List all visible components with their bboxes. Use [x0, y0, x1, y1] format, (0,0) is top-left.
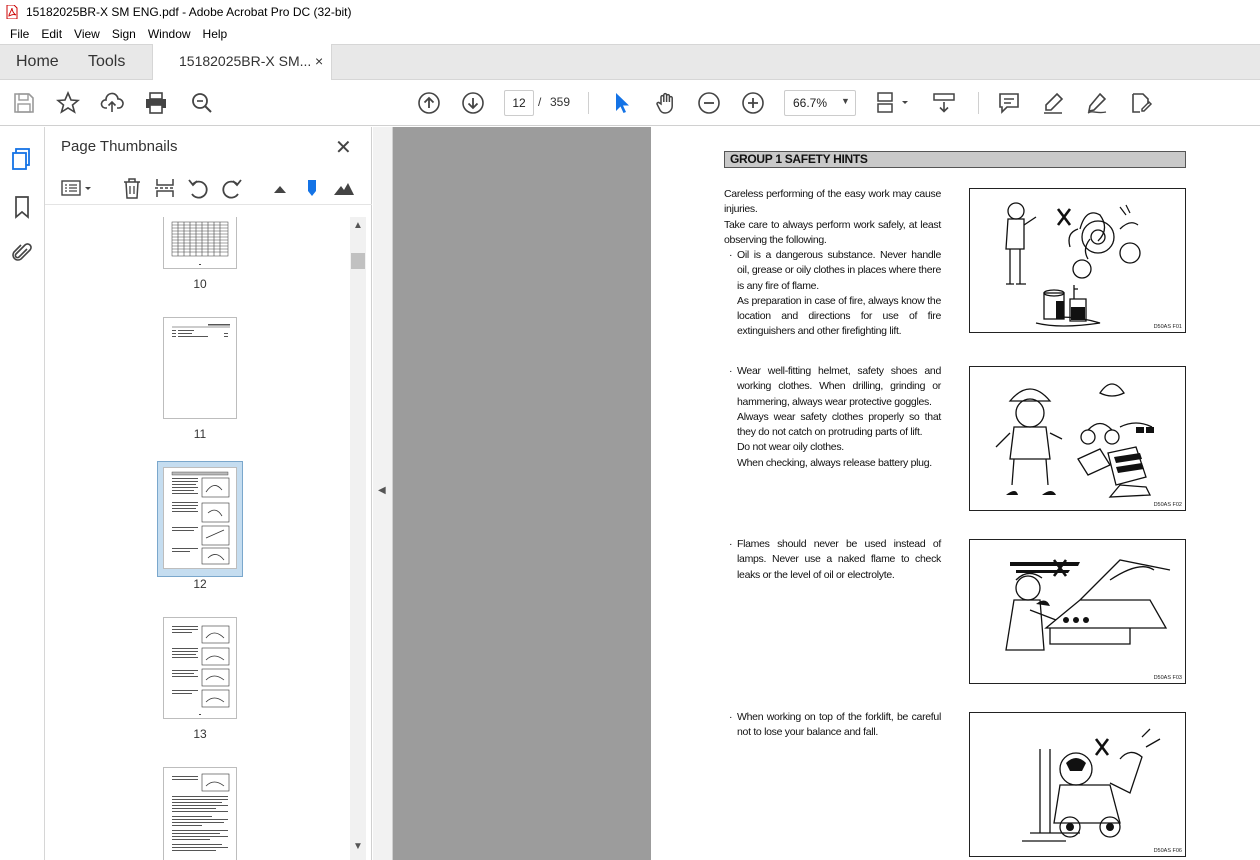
bullet-text: Wear well-fitting helmet, safety shoes a…	[737, 365, 941, 469]
scrollbar-thumb[interactable]	[351, 253, 365, 269]
select-cursor-icon[interactable]	[610, 91, 634, 115]
thumbnail-size-slider-icon[interactable]	[301, 177, 323, 199]
scroll-up-icon[interactable]: ▲	[353, 220, 363, 231]
save-icon[interactable]	[12, 91, 36, 115]
fill-sign-icon[interactable]	[1129, 91, 1153, 115]
page-number-input[interactable]: 12	[504, 90, 534, 116]
rotate-clockwise-icon[interactable]	[221, 177, 243, 199]
upload-icon[interactable]	[100, 91, 124, 115]
star-icon[interactable]	[56, 91, 80, 115]
scroll-down-icon[interactable]: ▼	[353, 841, 363, 852]
intro-text: Careless performing of the easy work may…	[724, 188, 941, 246]
page-total: 359	[550, 95, 571, 109]
window-title: 15182025BR-X SM ENG.pdf - Adobe Acrobat …	[26, 5, 352, 19]
page-separator: /	[538, 95, 542, 109]
bullet-text: When working on top of the forklift, be …	[737, 711, 941, 739]
zoom-in-icon[interactable]	[741, 91, 765, 115]
zoom-level-value: 66.7%	[793, 96, 828, 110]
illustration-naked-flame: D50AS F03	[969, 539, 1186, 684]
previous-page-icon[interactable]	[417, 91, 441, 115]
illustration-forklift-fall: D50AS F06	[969, 712, 1186, 857]
panel-collapse-handle[interactable]: ◀	[373, 127, 393, 860]
scroll-mode-icon[interactable]	[932, 91, 956, 115]
thumbnail-page[interactable]	[163, 317, 237, 419]
zoom-level-select[interactable]: 66.7% ▼	[784, 90, 856, 116]
hand-tool-icon[interactable]	[654, 91, 678, 115]
rotate-counterclockwise-icon[interactable]	[187, 177, 209, 199]
thumbnail-page-number: 12	[193, 577, 207, 591]
tab-close-button[interactable]: ×	[315, 53, 323, 69]
chevron-down-icon: ▼	[841, 96, 850, 106]
sign-icon[interactable]	[1085, 91, 1109, 115]
enlarge-thumbnail-icon[interactable]	[333, 177, 355, 199]
thumbnail-page[interactable]	[163, 767, 237, 860]
thumbnail-toolbar	[45, 173, 372, 205]
menu-edit[interactable]: Edit	[35, 27, 68, 41]
zoom-out-icon[interactable]	[697, 91, 721, 115]
illustration-protective-gear: D50AS F02	[969, 366, 1186, 511]
illustration-fire-hazard: D50AS F01	[969, 188, 1186, 333]
navigation-rail	[0, 127, 45, 860]
highlight-pen-icon[interactable]	[1041, 91, 1065, 115]
figure-code: D50AS F06	[1153, 848, 1182, 854]
printer-icon[interactable]	[144, 91, 168, 115]
thumbnail-list: 10 11 12 13	[45, 217, 350, 860]
thumbnail-scrollbar[interactable]: ▲ ▼	[350, 217, 366, 860]
tab-document-label: 15182025BR-X SM...	[179, 53, 312, 69]
figure-code: D50AS F01	[1153, 324, 1182, 330]
page-thumbnails-icon[interactable]	[10, 147, 34, 171]
main-toolbar: 12 / 359 66.7% ▼	[0, 80, 1260, 126]
attachment-icon[interactable]	[10, 241, 34, 265]
menu-view[interactable]: View	[68, 27, 106, 41]
collapse-left-icon[interactable]: ◀	[378, 485, 386, 496]
reduce-thumbnail-icon[interactable]	[269, 177, 291, 199]
figure-code: D50AS F03	[1153, 675, 1182, 681]
section-heading: GROUP 1 SAFETY HINTS	[724, 151, 1186, 168]
menu-window[interactable]: Window	[142, 27, 197, 41]
extract-pages-icon[interactable]	[154, 177, 176, 199]
figure-code: D50AS F02	[1153, 502, 1182, 508]
next-page-icon[interactable]	[461, 91, 485, 115]
close-icon[interactable]: ✕	[335, 135, 352, 160]
title-bar: 15182025BR-X SM ENG.pdf - Adobe Acrobat …	[0, 0, 1260, 24]
thumbnail-page[interactable]	[163, 617, 237, 719]
tab-tools[interactable]: Tools	[88, 53, 125, 71]
tab-document[interactable]: 15182025BR-X SM... ×	[152, 44, 332, 81]
page-display-icon[interactable]	[876, 91, 912, 115]
acrobat-pdf-icon	[6, 5, 18, 19]
page-thumbnails-panel: Page Thumbnails ✕ 10 11 12 13 ▲ ▼	[45, 127, 372, 860]
thumbnail-page[interactable]	[163, 217, 237, 269]
panel-title: Page Thumbnails	[61, 138, 178, 155]
bullet-text: Oil is a dangerous substance. Never hand…	[737, 249, 941, 338]
delete-icon[interactable]	[121, 177, 143, 199]
menu-bar: File Edit View Sign Window Help	[0, 24, 1260, 44]
bullet-text: Flames should never be used instead of l…	[737, 538, 941, 581]
thumbnail-page-number: 11	[193, 427, 207, 441]
thumbnail-page-number: 13	[193, 727, 207, 741]
tab-home[interactable]: Home	[16, 53, 59, 71]
zoom-search-icon[interactable]	[190, 91, 214, 115]
options-menu-icon[interactable]	[61, 177, 93, 199]
menu-sign[interactable]: Sign	[106, 27, 142, 41]
comment-icon[interactable]	[997, 91, 1021, 115]
menu-help[interactable]: Help	[197, 27, 234, 41]
thumbnail-page-selected[interactable]	[163, 467, 237, 569]
menu-file[interactable]: File	[4, 27, 35, 41]
pdf-page: GROUP 1 SAFETY HINTS Careless performing…	[651, 127, 1260, 860]
tab-bar: Home Tools 15182025BR-X SM... ×	[0, 44, 1260, 81]
toolbar-divider	[588, 92, 589, 114]
bookmark-icon[interactable]	[10, 195, 34, 219]
toolbar-divider	[978, 92, 979, 114]
thumbnail-page-number: 10	[193, 277, 207, 291]
